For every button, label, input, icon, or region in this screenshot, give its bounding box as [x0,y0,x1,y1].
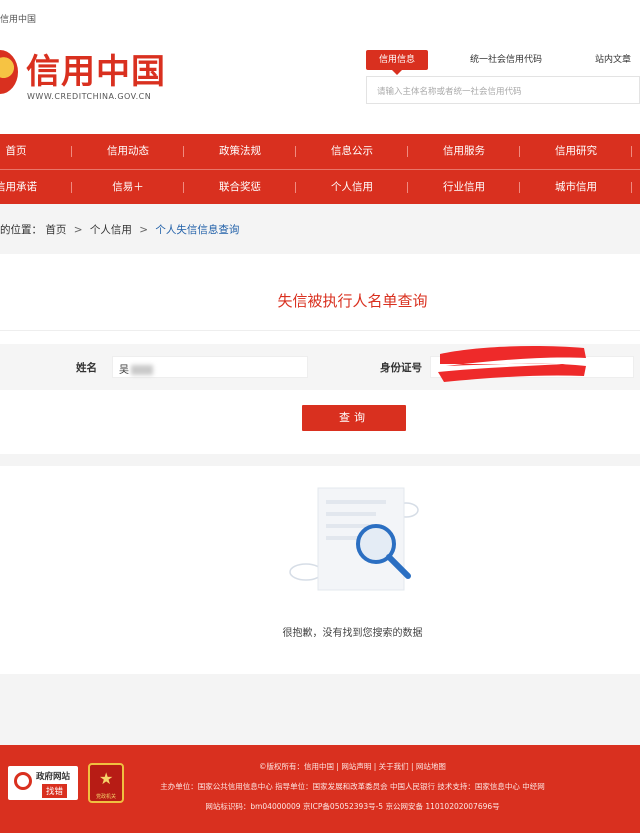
search-tab-articles[interactable]: 站内文章 [586,50,640,70]
name-field[interactable]: 吴 [112,356,308,378]
nav-item-personal[interactable]: 个人信用 [296,170,408,204]
nav-item-credit-news[interactable]: 信用动态 [72,134,184,168]
nav-item-industry[interactable]: 行业信用 [408,170,520,204]
logo-url: WWW.CREDITCHINA.GOV.CN [27,92,152,101]
national-emblem-icon [0,50,18,94]
party-badge-text: 党政机关 [95,794,116,800]
nav-item-xinyi[interactable]: 信易＋ [72,170,184,204]
nav-row-1: 首页 信用动态 政策法规 信息公示 信用服务 信用研究 [0,134,640,168]
nav-item-research[interactable]: 信用研究 [520,134,632,168]
page-title: 失信被执行人名单查询 [277,292,428,310]
breadcrumb-sep: > [73,224,83,236]
nav-item-policy[interactable]: 政策法规 [184,134,296,168]
submit-button[interactable]: 查询 [302,405,406,431]
id-number-label: 身份证号 [380,362,422,374]
name-label: 姓名 [76,362,97,374]
nav-item-commitment[interactable]: 信用承诺 [0,170,72,204]
empty-message: 很抱歉，没有找到您搜索的数据 [282,628,423,639]
site-link[interactable]: 信用中国 [0,12,36,25]
logo-text[interactable]: 信用中国 [26,44,166,93]
nav-item-disclosure[interactable]: 信息公示 [296,134,408,168]
party-organ-badge[interactable]: ★ 党政机关 [88,763,124,803]
breadcrumb-home[interactable]: 首页 [45,224,66,236]
magnifier-icon [14,772,32,790]
nav-item-rewards[interactable]: 联合奖惩 [184,170,296,204]
gov-badge-sub: 找错 [42,784,68,798]
breadcrumb: 的位置： 首页 > 个人信用 > 个人失信信息查询 [0,222,239,237]
search-tab-credit-info[interactable]: 信用信息 [366,50,428,75]
breadcrumb-sep: > [139,224,148,236]
footer: ©版权所有：信用中国 | 网站声明 | 关于我们 | 网站地图 主办单位：国家公… [0,745,640,833]
main-nav: 首页 信用动态 政策法规 信息公示 信用服务 信用研究 信用承诺 信易＋ 联合奖… [0,134,640,204]
redaction-scribble [438,346,586,382]
breadcrumb-section[interactable]: 个人信用 [90,224,132,236]
divider [0,330,640,331]
breadcrumb-current: 个人失信信息查询 [155,224,240,236]
top-bar: 信用中国 [0,0,640,36]
breadcrumb-prefix: 的位置： [0,224,42,236]
name-value: 吴 [119,365,129,376]
party-badge-icon: ★ [99,769,114,788]
search-tab-credit-code[interactable]: 统一社会信用代码 [456,50,556,70]
nav-item-city[interactable]: 城市信用 [520,170,632,204]
nav-item-home[interactable]: 首页 [0,134,72,168]
gov-badge-title: 政府网站 [36,772,71,782]
nav-item-services[interactable]: 信用服务 [408,134,520,168]
header: 信用中国 WWW.CREDITCHINA.GOV.CN 信用信息 统一社会信用代… [0,36,640,134]
search-input[interactable]: 请输入主体名称或者统一社会信用代码 [366,76,640,104]
redaction-blur [131,365,153,375]
gov-site-badge[interactable]: 政府网站 找错 [8,766,78,800]
nav-row-2: 信用承诺 信易＋ 联合奖惩 个人信用 行业信用 城市信用 [0,169,640,203]
no-result-icon [289,487,419,591]
result-panel: 很抱歉，没有找到您搜索的数据 [0,466,640,674]
